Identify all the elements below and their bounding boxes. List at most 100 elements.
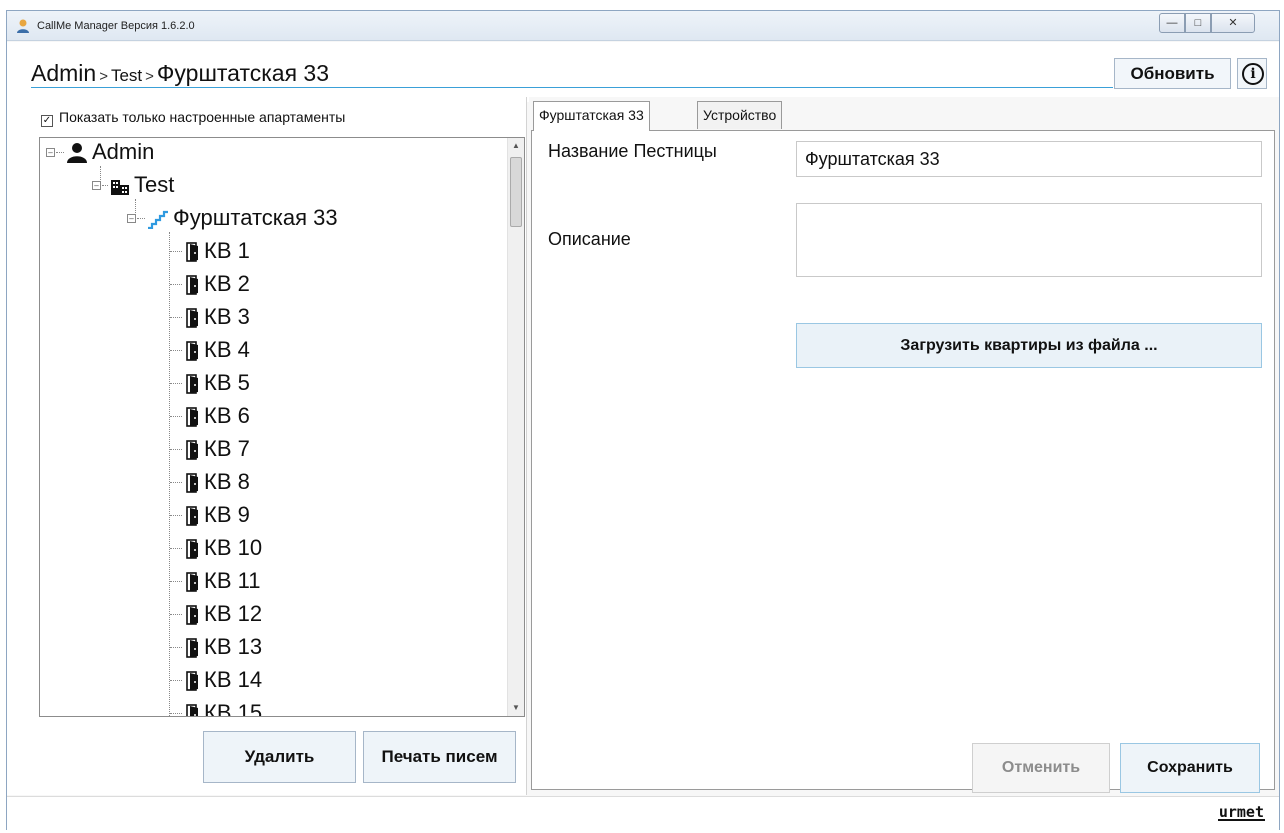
tree-node-apartment[interactable]: КВ 4 — [186, 336, 250, 364]
tree-branch — [170, 647, 182, 648]
checkbox-mark[interactable]: ✓ — [41, 115, 53, 127]
tree-node-admin[interactable]: Admin — [66, 138, 154, 166]
details-panel: Фурштатская 33 Устройство Название Пестн… — [529, 97, 1279, 795]
tree-branch — [137, 218, 145, 219]
tree-node-staircase[interactable]: Фурштатская 33 — [147, 204, 338, 232]
info-icon: i — [1242, 63, 1264, 85]
print-letters-button[interactable]: Печать писем — [363, 731, 516, 783]
scroll-up-arrow-icon[interactable]: ▲ — [508, 138, 524, 154]
tree-scrollbar[interactable]: ▲ ▼ — [507, 138, 524, 716]
door-icon — [186, 242, 198, 262]
tree-node-label: КВ 5 — [204, 370, 250, 395]
app-window: CallMe Manager Версия 1.6.2.0 — □ ✕ Admi… — [6, 10, 1280, 830]
tab-device[interactable]: Устройство — [697, 101, 783, 129]
tree-node-label: КВ 1 — [204, 238, 250, 263]
tree-branch — [102, 185, 108, 186]
tree-guide — [169, 232, 170, 716]
info-button[interactable]: i — [1237, 58, 1267, 89]
save-button[interactable]: Сохранить — [1120, 743, 1260, 793]
tree-node-apartment[interactable]: КВ 9 — [186, 501, 250, 529]
collapse-toggle[interactable]: – — [127, 214, 136, 223]
tree-node-label: КВ 12 — [204, 601, 263, 626]
staircase-name-field[interactable]: Фурштатская 33 — [796, 141, 1262, 177]
tree-node-label: Фурштатская 33 — [173, 205, 338, 230]
tree-branch — [56, 152, 64, 153]
door-icon — [186, 407, 198, 427]
tree-branch — [170, 284, 182, 285]
tree-branch — [170, 449, 182, 450]
building-icon — [111, 180, 129, 196]
tree-node-label: КВ 8 — [204, 469, 250, 494]
breadcrumb-building[interactable]: Test — [111, 66, 142, 85]
tree-panel: ✓ Показать только настроенные апартаменты… — [7, 97, 527, 795]
tree-branch — [170, 713, 182, 714]
window-title: CallMe Manager Версия 1.6.2.0 — [37, 20, 195, 32]
minimize-button[interactable]: — — [1159, 13, 1185, 33]
collapse-toggle[interactable]: – — [92, 181, 101, 190]
urmet-logo: urmet — [1217, 803, 1265, 821]
tree-node-apartment[interactable]: КВ 5 — [186, 369, 250, 397]
load-apartments-button[interactable]: Загрузить квартиры из файла ... — [796, 323, 1262, 368]
tree-node-label: Test — [134, 172, 175, 197]
door-icon — [186, 539, 198, 559]
tree-node-label: КВ 9 — [204, 502, 250, 527]
door-icon — [186, 341, 198, 361]
staircase-icon — [148, 211, 168, 230]
tree-branch — [170, 680, 182, 681]
door-icon — [186, 572, 198, 592]
close-button[interactable]: ✕ — [1211, 13, 1255, 33]
show-configured-checkbox[interactable]: ✓ Показать только настроенные апартаменты — [41, 109, 345, 127]
refresh-button[interactable]: Обновить — [1114, 58, 1231, 89]
tree-node-apartment[interactable]: КВ 8 — [186, 468, 250, 496]
breadcrumb-current: Фурштатская 33 — [156, 60, 330, 86]
scroll-thumb[interactable] — [510, 157, 522, 227]
tree-node-label: Admin — [92, 139, 155, 164]
user-app-icon — [17, 19, 29, 33]
staircase-name-label: Название Пестницы — [548, 141, 717, 161]
tree-node-label: КВ 3 — [204, 304, 250, 329]
breadcrumb: Admin > Test > Фурштатская 33 — [31, 60, 1113, 88]
tree-node-apartment[interactable]: КВ 15 — [186, 699, 263, 717]
header: Admin > Test > Фурштатская 33 Обновить i — [7, 42, 1279, 102]
description-label: Описание — [548, 229, 631, 249]
door-icon — [186, 374, 198, 394]
door-icon — [186, 605, 198, 625]
collapse-toggle[interactable]: – — [46, 148, 55, 157]
breadcrumb-root[interactable]: Admin — [31, 60, 96, 86]
tree-node-label: КВ 11 — [204, 568, 261, 593]
tree-node-building[interactable]: Test — [110, 171, 174, 199]
door-icon — [186, 275, 198, 295]
tree-branch — [170, 317, 182, 318]
delete-button[interactable]: Удалить — [203, 731, 356, 783]
cancel-button[interactable]: Отменить — [972, 743, 1110, 793]
footer: urmet — [7, 796, 1279, 830]
tree-node-apartment[interactable]: КВ 6 — [186, 402, 250, 430]
tab-staircase[interactable]: Фурштатская 33 — [533, 101, 650, 131]
tree-node-label: КВ 7 — [204, 436, 250, 461]
tree-node-apartment[interactable]: КВ 2 — [186, 270, 250, 298]
door-icon — [186, 506, 198, 526]
title-bar[interactable]: CallMe Manager Версия 1.6.2.0 — □ ✕ — [7, 11, 1279, 41]
tree-node-apartment[interactable]: КВ 13 — [186, 633, 262, 661]
door-icon — [186, 638, 198, 658]
tree-node-apartment[interactable]: КВ 3 — [186, 303, 250, 331]
tree-branch — [170, 581, 182, 582]
apartment-tree[interactable]: – Admin – Test – Фурштатская 33 КВ 1 КВ … — [39, 137, 525, 717]
tree-branch — [170, 614, 182, 615]
door-icon — [186, 671, 198, 691]
door-icon — [186, 440, 198, 460]
tree-node-apartment[interactable]: КВ 7 — [186, 435, 250, 463]
tree-node-apartment[interactable]: КВ 10 — [186, 534, 262, 562]
breadcrumb-separator: > — [99, 68, 108, 85]
tree-node-label: КВ 15 — [204, 700, 263, 717]
breadcrumb-separator: > — [145, 68, 154, 85]
tree-node-apartment[interactable]: КВ 11 — [186, 567, 260, 595]
tree-branch — [170, 383, 182, 384]
tree-node-apartment[interactable]: КВ 12 — [186, 600, 262, 628]
description-field[interactable] — [796, 203, 1262, 277]
tree-node-label: КВ 10 — [204, 535, 263, 560]
tree-node-apartment[interactable]: КВ 1 — [186, 237, 250, 265]
scroll-down-arrow-icon[interactable]: ▼ — [508, 700, 524, 716]
tree-node-apartment[interactable]: КВ 14 — [186, 666, 262, 694]
maximize-button[interactable]: □ — [1185, 13, 1211, 33]
